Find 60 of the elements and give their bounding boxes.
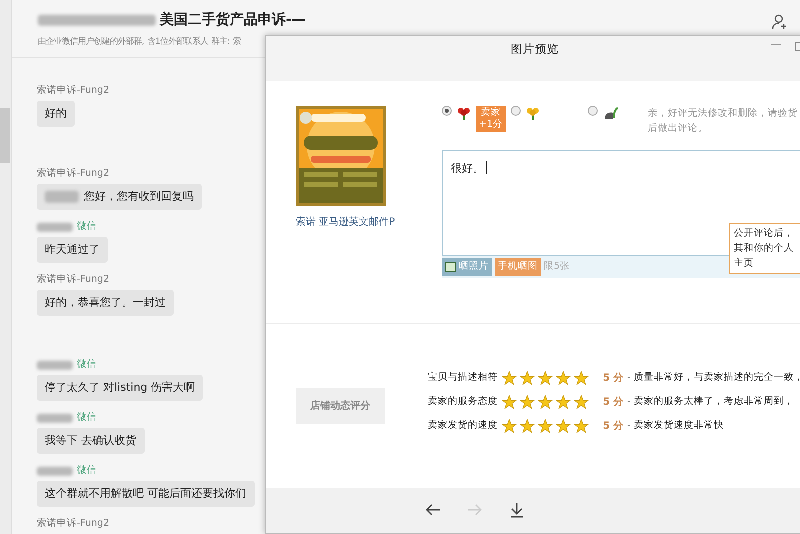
sender-name: 微信 bbox=[77, 464, 97, 478]
scrollbar-thumb[interactable] bbox=[0, 108, 10, 163]
chat-title: 美国二手货产品申诉-— bbox=[160, 10, 306, 30]
rating-label: 卖家的服务态度 bbox=[428, 394, 498, 409]
star-icon[interactable] bbox=[538, 370, 554, 386]
tooltip: 公开评论后，其和你的个人主页 bbox=[729, 223, 800, 274]
rating-label: 卖家发货的速度 bbox=[428, 418, 498, 433]
score-text: 5 分 bbox=[603, 396, 624, 410]
star-icon[interactable] bbox=[520, 394, 536, 410]
sender-name: 索诺申诉-Fung2 bbox=[37, 516, 110, 531]
radio-button[interactable] bbox=[511, 106, 521, 116]
star-icon[interactable] bbox=[556, 418, 572, 434]
notice-text: 亲，好评无法修改和删除，请验货后做出评论。 bbox=[648, 107, 798, 136]
message-text: 您好，您有收到回复吗 bbox=[84, 188, 194, 205]
sender-name: 索诺申诉-Fung2 bbox=[37, 84, 110, 98]
radio-button[interactable] bbox=[588, 106, 598, 116]
message-text: 我等下 去确认收货 bbox=[45, 432, 136, 449]
group-info: 由企业微信用户创建的外部群, 含1位外部联系人 群主: 索 bbox=[38, 35, 241, 48]
star-icon[interactable] bbox=[574, 418, 590, 434]
rating-description: - 卖家的服务太棒了，考虑非常周到， bbox=[628, 394, 794, 409]
star-icon[interactable] bbox=[574, 370, 590, 386]
star-icon[interactable] bbox=[556, 394, 572, 410]
image-icon bbox=[445, 262, 456, 272]
add-member-icon[interactable] bbox=[772, 14, 788, 30]
sprout-icon bbox=[603, 106, 619, 120]
score-text: 5 分 bbox=[603, 420, 624, 434]
sender-name: 索诺申诉-Fung2 bbox=[37, 272, 110, 287]
shop-rating-button[interactable]: 店铺动态评分 bbox=[296, 388, 386, 424]
star-icon[interactable] bbox=[538, 418, 554, 434]
star-icon[interactable] bbox=[502, 394, 518, 410]
phone-upload-button[interactable]: 手机晒图 bbox=[495, 258, 541, 276]
rating-description: - 质量非常好，与卖家描述的完全一致， bbox=[628, 370, 800, 385]
star-icon[interactable] bbox=[538, 394, 554, 410]
minimize-icon[interactable] bbox=[771, 42, 781, 48]
product-link[interactable]: 索诺 亚马逊英文邮件P bbox=[296, 215, 396, 230]
flower-icon bbox=[457, 106, 471, 120]
star-icon[interactable] bbox=[556, 370, 572, 386]
flower-icon bbox=[526, 106, 540, 120]
limit-text: 限5张 bbox=[544, 260, 570, 274]
star-icon[interactable] bbox=[574, 394, 590, 410]
sender-name: 微信 bbox=[77, 358, 97, 372]
bonus-badge: 卖家+1分 bbox=[476, 106, 506, 132]
message-text: 好的，恭喜您了。一封过 bbox=[45, 294, 166, 311]
message-text: 停了太久了 对listing 伤害大啊 bbox=[45, 380, 196, 396]
rating-label: 宝贝与描述相符 bbox=[428, 370, 498, 385]
sender-name: 微信 bbox=[77, 410, 97, 425]
rating-description: - 卖家发货速度非常快 bbox=[628, 418, 724, 433]
message-text: 这个群就不用解散吧 可能后面还要找你们 bbox=[45, 486, 246, 502]
message-text: 昨天通过了 bbox=[45, 242, 100, 258]
score-text: 5 分 bbox=[603, 372, 624, 386]
window-title: 图片预览 bbox=[511, 41, 559, 57]
message-text: 好的 bbox=[45, 106, 67, 122]
star-icon[interactable] bbox=[520, 370, 536, 386]
upload-photo-button[interactable]: 晒照片 bbox=[442, 258, 492, 276]
star-icon[interactable] bbox=[502, 370, 518, 386]
star-icon[interactable] bbox=[520, 418, 536, 434]
sender-name: 微信 bbox=[77, 220, 97, 234]
sender-name: 索诺申诉-Fung2 bbox=[37, 166, 110, 181]
radio-button[interactable] bbox=[442, 106, 452, 116]
star-icon[interactable] bbox=[502, 418, 518, 434]
